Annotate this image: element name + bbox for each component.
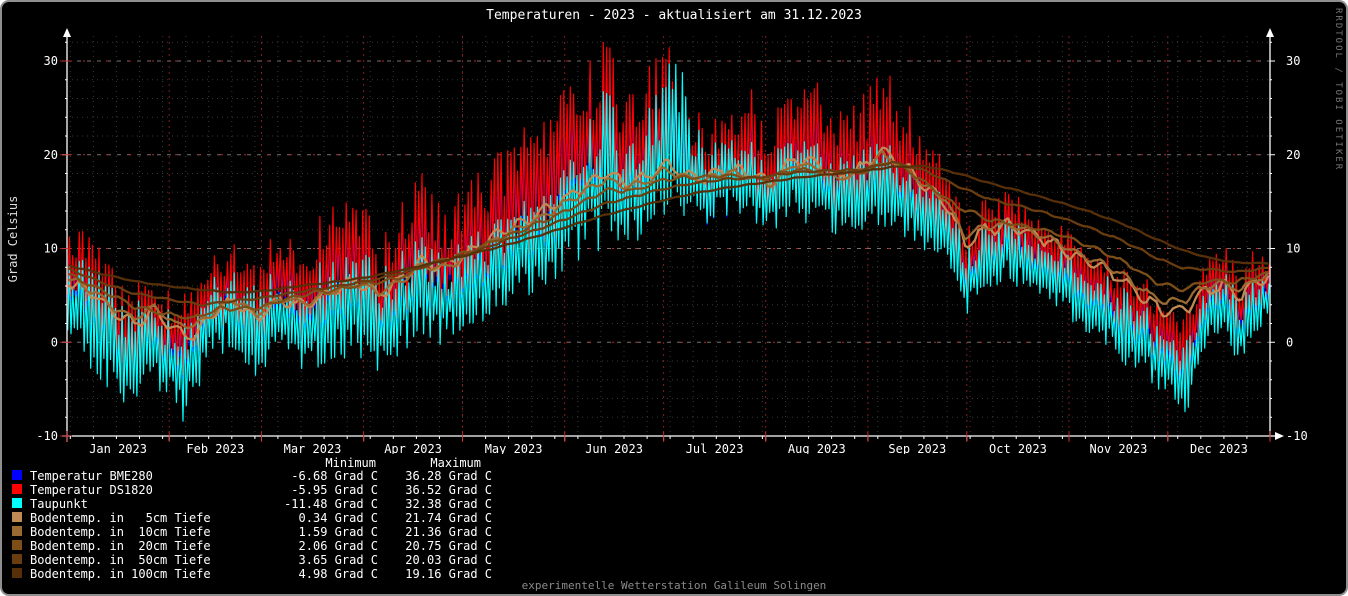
- legend-label: Taupunkt: [30, 497, 88, 511]
- x-tick-label-month: Jan 2023: [89, 442, 147, 454]
- x-tick-label-month: Sep 2023: [888, 442, 946, 454]
- legend-swatch: [12, 540, 22, 550]
- y-tick-label-right: 30: [1286, 54, 1300, 68]
- x-tick-label-month: Oct 2023: [989, 442, 1047, 454]
- legend-maximum-value: 20.75 Grad C: [332, 539, 492, 553]
- legend-label: Bodentemp. in 10cm Tiefe: [30, 525, 211, 539]
- y-tick-label-right: 10: [1286, 242, 1300, 256]
- x-tick-label-month: Jul 2023: [686, 442, 744, 454]
- legend-maximum-value: 21.74 Grad C: [332, 511, 492, 525]
- legend-maximum-value: 36.52 Grad C: [332, 483, 492, 497]
- legend-swatch: [12, 568, 22, 578]
- y-tick-label-left: -10: [36, 429, 58, 443]
- legend-swatch: [12, 484, 22, 494]
- rrdtool-graph: Temperaturen - 2023 - aktualisiert am 31…: [0, 0, 1348, 596]
- x-tick-label-month: Feb 2023: [186, 442, 244, 454]
- x-tick-label-month: May 2023: [485, 442, 543, 454]
- plot-series: [68, 43, 1269, 422]
- footer-station-name: experimentelle Wetterstation Galileum So…: [2, 579, 1346, 592]
- legend-label: Bodentemp. in 5cm Tiefe: [30, 511, 211, 525]
- y-tick-label-left: 30: [44, 54, 58, 68]
- legend-label: Temperatur DS1820: [30, 483, 153, 497]
- x-tick-label-month: Aug 2023: [788, 442, 846, 454]
- y-tick-label-left: 20: [44, 148, 58, 162]
- legend-maximum-value: 21.36 Grad C: [332, 525, 492, 539]
- legend-swatch: [12, 470, 22, 480]
- legend-swatch: [12, 498, 22, 508]
- legend-maximum-value: 36.28 Grad C: [332, 469, 492, 483]
- legend-label: Temperatur BME280: [30, 469, 153, 483]
- x-tick-label-month: Nov 2023: [1090, 442, 1148, 454]
- temperature-plot: -10 -10 0 0 10 10 20 20 30 30 Jan 2023 Feb 2023 Mar …: [2, 2, 1348, 454]
- y-tick-label-left: 0: [51, 335, 58, 349]
- y-tick-label-right: -10: [1286, 429, 1308, 443]
- x-tick-label-month: Mar 2023: [284, 442, 342, 454]
- legend-swatch: [12, 512, 22, 522]
- legend-label: Bodentemp. in 50cm Tiefe: [30, 553, 211, 567]
- x-tick-label-month: Jun 2023: [585, 442, 643, 454]
- legend-swatch: [12, 526, 22, 536]
- y-tick-label-right: 20: [1286, 148, 1300, 162]
- legend-maximum-value: 32.38 Grad C: [332, 497, 492, 511]
- x-tick-label-month: Apr 2023: [384, 442, 442, 454]
- legend-maximum-value: 20.03 Grad C: [332, 553, 492, 567]
- legend-label: Bodentemp. in 20cm Tiefe: [30, 539, 211, 553]
- y-tick-label-right: 0: [1286, 335, 1293, 349]
- y-tick-label-left: 10: [44, 242, 58, 256]
- x-tick-label-month: Dec 2023: [1190, 442, 1248, 454]
- legend-header-maximum: Maximum: [332, 456, 481, 470]
- legend-swatch: [12, 554, 22, 564]
